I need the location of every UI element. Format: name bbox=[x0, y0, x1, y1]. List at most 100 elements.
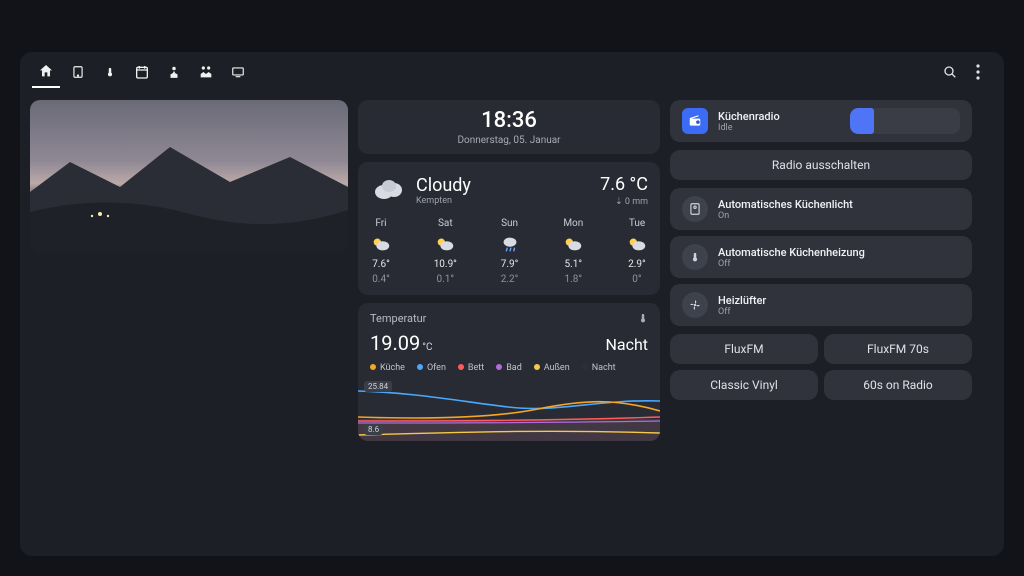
radio-presets: FluxFM FluxFM 70s Classic Vinyl 60s on Radi… bbox=[670, 334, 972, 400]
radio-preset-button[interactable]: FluxFM bbox=[670, 334, 818, 364]
forecast-row: Fri 7.6° 0.4° Sat 10.9° 0.1° Sun 7.9° 2.2° Mon 5.1… bbox=[370, 218, 648, 285]
clock-time: 18:36 bbox=[370, 108, 648, 133]
weather-condition: Cloudy bbox=[416, 175, 471, 196]
chart-tag-bottom: 8.6 bbox=[364, 424, 383, 435]
tab-tv[interactable] bbox=[224, 56, 252, 88]
forecast-day-name: Fri bbox=[375, 218, 386, 229]
forecast-high: 7.9° bbox=[501, 259, 519, 270]
legend-item: Bad bbox=[496, 363, 522, 373]
radio-preset-button[interactable]: 60s on Radio bbox=[824, 370, 972, 400]
weather-location: Kempten bbox=[416, 196, 471, 206]
media-state: Idle bbox=[718, 123, 780, 133]
weather-precip: ⇣ 0 mm bbox=[600, 197, 648, 207]
tablet-icon bbox=[71, 64, 85, 80]
media-name: Küchenradio bbox=[718, 110, 780, 123]
fan-icon bbox=[682, 292, 708, 318]
forecast-day: Fri 7.6° 0.4° bbox=[370, 218, 392, 285]
chart-tag-top: 25.84 bbox=[364, 381, 392, 392]
temperature-card[interactable]: Temperatur 19.09 °C Nacht Küche Ofen Bett B… bbox=[358, 303, 660, 441]
search-icon bbox=[942, 64, 958, 80]
temperature-state: Nacht bbox=[605, 335, 648, 354]
forecast-low: 0.4° bbox=[372, 274, 390, 285]
forecast-day-icon bbox=[562, 233, 584, 255]
forecast-day-name: Tue bbox=[629, 218, 645, 229]
legend-item: Bett bbox=[458, 363, 484, 373]
forecast-low: 1.8° bbox=[564, 274, 582, 285]
device-row[interactable]: HeizlüfterOff bbox=[670, 284, 972, 326]
camera-image bbox=[30, 132, 348, 252]
forecast-high: 10.9° bbox=[434, 259, 457, 270]
person-icon bbox=[167, 64, 181, 80]
legend-item: Ofen bbox=[417, 363, 446, 373]
radio-preset-button[interactable]: Classic Vinyl bbox=[670, 370, 818, 400]
radio-preset-label: FluxFM bbox=[724, 342, 763, 356]
device-state: On bbox=[718, 211, 853, 221]
forecast-day: Sun 7.9° 2.2° bbox=[499, 218, 521, 285]
radio-preset-label: Classic Vinyl bbox=[710, 378, 778, 392]
home-icon bbox=[38, 63, 54, 79]
radio-off-button[interactable]: Radio ausschalten bbox=[670, 150, 972, 180]
forecast-low: 0.1° bbox=[436, 274, 454, 285]
thermometer-icon bbox=[105, 64, 115, 80]
forecast-day-name: Mon bbox=[563, 218, 583, 229]
radio-preset-label: FluxFM 70s bbox=[867, 342, 929, 356]
legend-item: Außen bbox=[534, 363, 570, 373]
device-row[interactable]: Automatische KüchenheizungOff bbox=[670, 236, 972, 278]
temperature-chart: 25.84 8.6 bbox=[358, 379, 660, 441]
device-state: Off bbox=[718, 259, 865, 269]
bulb-panel-icon bbox=[682, 196, 708, 222]
temperature-unit: °C bbox=[422, 342, 432, 353]
forecast-day-icon bbox=[499, 233, 521, 255]
clock-date: Donnerstag, 05. Januar bbox=[370, 135, 648, 146]
clock-card: 18:36 Donnerstag, 05. Januar bbox=[358, 100, 660, 154]
device-name: Heizlüfter bbox=[718, 294, 766, 307]
device-state: Off bbox=[718, 307, 766, 317]
tab-home[interactable] bbox=[32, 56, 60, 88]
temperature-value: 19.09 bbox=[370, 331, 420, 355]
legend-item: Nacht bbox=[582, 363, 616, 373]
calendar-icon bbox=[134, 64, 150, 80]
temperature-title: Temperatur bbox=[370, 312, 426, 325]
device-name: Automatisches Küchenlicht bbox=[718, 198, 853, 211]
tab-tablet[interactable] bbox=[64, 56, 92, 88]
top-header bbox=[20, 52, 1004, 92]
tab-family[interactable] bbox=[192, 56, 220, 88]
forecast-high: 5.1° bbox=[564, 259, 582, 270]
camera-card[interactable] bbox=[30, 100, 348, 252]
tab-person[interactable] bbox=[160, 56, 188, 88]
nav-tabs bbox=[32, 56, 252, 88]
weather-temp: 7.6 °C bbox=[600, 174, 648, 195]
thermometer-icon bbox=[638, 311, 648, 325]
tab-calendar[interactable] bbox=[128, 56, 156, 88]
search-button[interactable] bbox=[936, 58, 964, 86]
forecast-low: 0° bbox=[632, 274, 641, 285]
forecast-day-icon bbox=[626, 233, 648, 255]
forecast-day-icon bbox=[370, 233, 392, 255]
media-player-row[interactable]: Küchenradio Idle bbox=[670, 100, 972, 142]
temperature-legend: Küche Ofen Bett Bad Außen Nacht bbox=[358, 355, 660, 379]
radio-icon bbox=[682, 108, 708, 134]
forecast-day: Sat 10.9° 0.1° bbox=[434, 218, 457, 285]
radio-preset-button[interactable]: FluxFM 70s bbox=[824, 334, 972, 364]
forecast-low: 2.2° bbox=[501, 274, 519, 285]
legend-item: Küche bbox=[370, 363, 405, 373]
device-name: Automatische Küchenheizung bbox=[718, 246, 865, 259]
forecast-high: 2.9° bbox=[628, 259, 646, 270]
thermometer-icon bbox=[682, 244, 708, 270]
weather-card[interactable]: Cloudy Kempten 7.6 °C ⇣ 0 mm Fri 7.6° 0.4°… bbox=[358, 162, 660, 295]
forecast-day: Tue 2.9° 0° bbox=[626, 218, 648, 285]
device-row[interactable]: Automatisches KüchenlichtOn bbox=[670, 188, 972, 230]
volume-slider[interactable] bbox=[850, 108, 960, 134]
kebab-icon bbox=[976, 64, 980, 80]
forecast-day-name: Sat bbox=[438, 218, 453, 229]
forecast-high: 7.6° bbox=[372, 259, 390, 270]
tv-icon bbox=[230, 65, 246, 79]
radio-off-label: Radio ausschalten bbox=[772, 158, 870, 172]
forecast-day-icon bbox=[434, 233, 456, 255]
forecast-day-name: Sun bbox=[501, 218, 518, 229]
radio-preset-label: 60s on Radio bbox=[863, 378, 933, 392]
family-icon bbox=[197, 64, 215, 80]
forecast-day: Mon 5.1° 1.8° bbox=[562, 218, 584, 285]
menu-button[interactable] bbox=[964, 58, 992, 86]
tab-thermometer[interactable] bbox=[96, 56, 124, 88]
